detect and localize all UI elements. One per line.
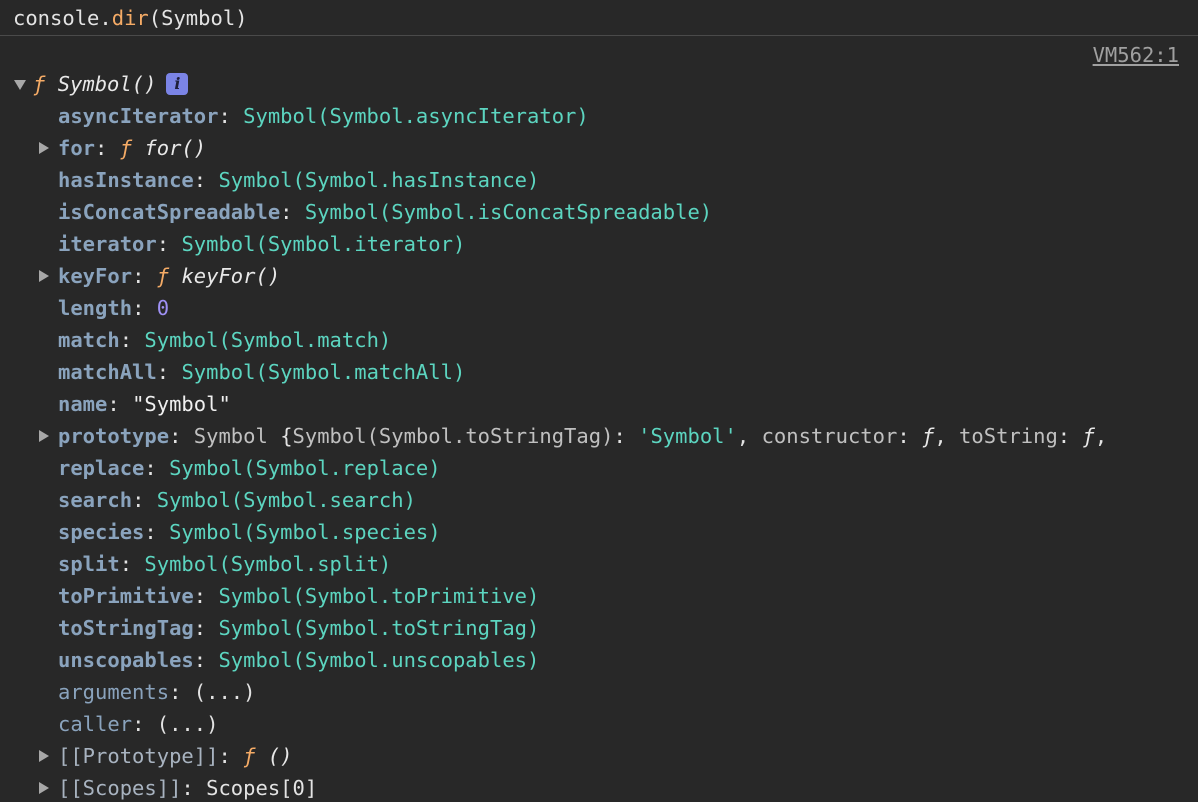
property-key: length [58, 296, 133, 320]
property-value: Symbol(Symbol.iterator) [181, 232, 466, 256]
property-key: for [58, 136, 96, 160]
prototype-class: Symbol [193, 424, 268, 448]
command-method: dir [111, 6, 149, 30]
prototype-constructor-key: constructor [761, 424, 898, 448]
expand-triangle-icon[interactable] [39, 782, 49, 794]
function-f-icon: ƒ [243, 744, 256, 768]
function-f-icon: ƒ [33, 72, 46, 96]
property-row-for[interactable]: for: ƒ for() [0, 132, 1198, 164]
property-key: name [58, 392, 108, 416]
property-row-asyncIterator[interactable]: asyncIterator: Symbol(Symbol.asyncIterat… [0, 100, 1198, 132]
property-key: [[Scopes]] [58, 776, 182, 800]
property-value: Symbol(Symbol.replace) [169, 456, 441, 480]
property-value: 0 [156, 296, 170, 320]
function-f-icon: ƒ [1082, 424, 1095, 448]
property-key: replace [58, 456, 145, 480]
property-row-unscopables[interactable]: unscopables: Symbol(Symbol.unscopables) [0, 644, 1198, 676]
property-row-split[interactable]: split: Symbol(Symbol.split) [0, 548, 1198, 580]
property-value: Symbol(Symbol.split) [144, 552, 392, 576]
property-key: prototype [58, 424, 170, 448]
property-value: Symbol(Symbol.matchAll) [181, 360, 466, 384]
property-row-toStringTag[interactable]: toStringTag: Symbol(Symbol.toStringTag) [0, 612, 1198, 644]
property-value: Symbol(Symbol.toStringTag) [218, 616, 540, 640]
expand-triangle-icon[interactable] [14, 80, 26, 90]
expand-triangle-icon[interactable] [39, 270, 49, 282]
property-row-caller[interactable]: caller: (...) [0, 708, 1198, 740]
property-row-length[interactable]: length: 0 [0, 292, 1198, 324]
property-key: isConcatSpreadable [58, 200, 281, 224]
prototype-tostring-key: toString [959, 424, 1058, 448]
expand-triangle-icon[interactable] [39, 750, 49, 762]
property-value: Symbol(Symbol.isConcatSpreadable) [304, 200, 713, 224]
property-value: () [267, 744, 293, 768]
property-key: species [58, 520, 145, 544]
lazy-getter-value[interactable]: (...) [194, 680, 256, 704]
property-value: "Symbol" [132, 392, 231, 416]
property-key: asyncIterator [58, 104, 219, 128]
property-value: keyFor() [181, 264, 281, 288]
property-row-toPrimitive[interactable]: toPrimitive: Symbol(Symbol.toPrimitive) [0, 580, 1198, 612]
property-key: hasInstance [58, 168, 194, 192]
property-value: Symbol(Symbol.unscopables) [218, 648, 540, 672]
property-key: toPrimitive [58, 584, 194, 608]
property-row-matchAll[interactable]: matchAll: Symbol(Symbol.matchAll) [0, 356, 1198, 388]
property-row-hasInstance[interactable]: hasInstance: Symbol(Symbol.hasInstance) [0, 164, 1198, 196]
prototype-inner-key: Symbol(Symbol.toStringTag) [292, 424, 614, 448]
property-row-prototype[interactable]: prototype: Symbol {Symbol(Symbol.toStrin… [0, 420, 1198, 452]
command-object: console [13, 6, 100, 30]
property-value: Symbol(Symbol.toPrimitive) [218, 584, 540, 608]
tree-root-row[interactable]: ƒ Symbol() i [0, 68, 1198, 100]
property-key: search [58, 488, 133, 512]
console-command[interactable]: console.dir(Symbol) [13, 4, 248, 32]
property-key: matchAll [58, 360, 157, 384]
property-key: split [58, 552, 120, 576]
property-value: for() [144, 136, 207, 160]
property-row-internal-prototype[interactable]: [[Prototype]]: ƒ () [0, 740, 1198, 772]
info-icon[interactable]: i [166, 73, 189, 95]
property-key: iterator [58, 232, 157, 256]
property-row-search[interactable]: search: Symbol(Symbol.search) [0, 484, 1198, 516]
property-key: toStringTag [58, 616, 194, 640]
lazy-getter-value[interactable]: (...) [157, 712, 219, 736]
property-row-match[interactable]: match: Symbol(Symbol.match) [0, 324, 1198, 356]
property-value: Symbol(Symbol.search) [156, 488, 416, 512]
property-key: [[Prototype]] [58, 744, 219, 768]
property-value: Symbol(Symbol.asyncIterator) [243, 104, 589, 128]
property-key: keyFor [58, 264, 133, 288]
command-dot: . [99, 6, 112, 30]
property-row-iterator[interactable]: iterator: Symbol(Symbol.iterator) [0, 228, 1198, 260]
property-key: match [58, 328, 120, 352]
function-f-icon: ƒ [922, 424, 935, 448]
property-row-species[interactable]: species: Symbol(Symbol.species) [0, 516, 1198, 548]
property-value: Symbol(Symbol.hasInstance) [218, 168, 540, 192]
property-value: Symbol(Symbol.match) [144, 328, 392, 352]
property-row-replace[interactable]: replace: Symbol(Symbol.replace) [0, 452, 1198, 484]
expand-triangle-icon[interactable] [39, 142, 49, 154]
property-row-isConcatSpreadable[interactable]: isConcatSpreadable: Symbol(Symbol.isConc… [0, 196, 1198, 228]
command-args: (Symbol) [148, 6, 248, 30]
property-key: arguments [58, 680, 170, 704]
property-row-name[interactable]: name: "Symbol" [0, 388, 1198, 420]
property-key: unscopables [58, 648, 194, 672]
source-location-link[interactable]: VM562:1 [1093, 41, 1179, 69]
function-f-icon: ƒ [119, 136, 133, 160]
prototype-inner-value: 'Symbol' [638, 424, 737, 448]
property-row-keyFor[interactable]: keyFor: ƒ keyFor() [0, 260, 1198, 292]
expand-triangle-icon[interactable] [39, 430, 49, 442]
root-function-name: Symbol() [57, 72, 157, 96]
function-f-icon: ƒ [156, 264, 170, 288]
property-row-internal-scopes[interactable]: [[Scopes]]: Scopes[0] [0, 772, 1198, 802]
console-input-line: console.dir(Symbol) [0, 0, 1198, 36]
property-row-arguments[interactable]: arguments: (...) [0, 676, 1198, 708]
property-key: caller [58, 712, 133, 736]
property-value: Symbol(Symbol.species) [169, 520, 441, 544]
property-value: Scopes[0] [206, 776, 318, 800]
